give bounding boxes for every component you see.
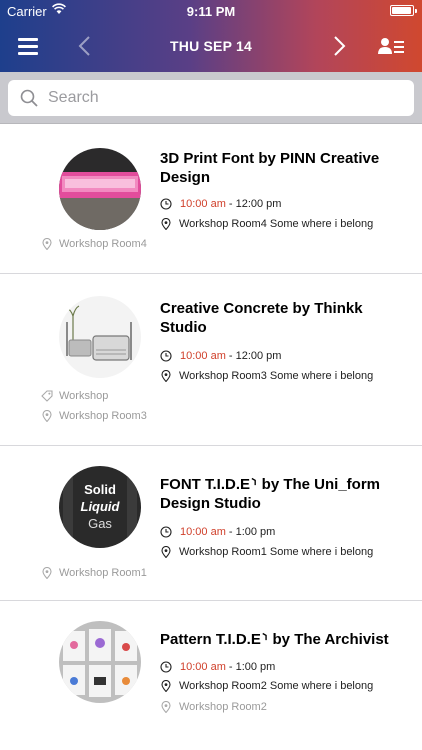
event-category-tag: Workshop bbox=[41, 390, 108, 402]
event-time: 10:00 am - 12:00 pm bbox=[160, 198, 281, 210]
event-end-time: - 12:00 pm bbox=[228, 350, 282, 362]
location-pin-icon bbox=[161, 701, 171, 713]
event-item[interactable]: Creative Concrete by Thinkk Studio 10:00… bbox=[0, 274, 422, 446]
location-pin-icon bbox=[161, 218, 171, 230]
battery-icon bbox=[390, 5, 417, 16]
event-start-time: 10:00 am bbox=[180, 350, 226, 362]
event-location: Workshop Room2 Some where i belong bbox=[160, 680, 373, 692]
event-title: FONT T.I.D.E⸃ by The Uni_form Design Stu… bbox=[160, 476, 381, 512]
event-item[interactable]: Solid Liquid Gas FONT T.I.D.E⸃ by The Un… bbox=[0, 446, 422, 601]
user-list-icon bbox=[378, 38, 404, 54]
location-pin-icon bbox=[161, 546, 171, 558]
profile-list-button[interactable] bbox=[378, 36, 404, 56]
clock-icon bbox=[160, 198, 172, 210]
clock-icon bbox=[160, 526, 172, 538]
event-end-time: - 12:00 pm bbox=[228, 198, 282, 210]
location-pin-icon bbox=[161, 370, 171, 382]
event-title: Creative Concrete by Thinkk Studio bbox=[160, 300, 363, 336]
event-room-tag: Workshop Room3 bbox=[41, 410, 147, 422]
search-input[interactable] bbox=[48, 80, 398, 116]
chevron-right-icon bbox=[334, 36, 346, 56]
search-icon bbox=[20, 89, 38, 107]
search-box[interactable] bbox=[8, 80, 414, 116]
event-location: Workshop Room4 Some where i belong bbox=[160, 218, 373, 230]
event-end-time: - 1:00 pm bbox=[228, 661, 276, 673]
search-bar bbox=[0, 72, 422, 124]
location-pin-icon bbox=[42, 410, 52, 422]
thumb-word: Liquid bbox=[81, 499, 121, 514]
event-room-tag: Workshop Room1 bbox=[41, 567, 147, 579]
event-room-tag: Workshop Room4 bbox=[41, 238, 147, 250]
current-date: THU SEP 14 bbox=[170, 38, 252, 54]
status-bar: Carrier 9:11 PM bbox=[0, 0, 422, 22]
event-start-time: 10:00 am bbox=[180, 526, 226, 538]
event-thumbnail: Solid Liquid Gas bbox=[59, 466, 141, 548]
location-pin-icon bbox=[42, 238, 52, 250]
event-end-time: - 1:00 pm bbox=[228, 526, 276, 538]
app-header: Carrier 9:11 PM THU SEP 14 bbox=[0, 0, 422, 72]
thumb-word: Solid bbox=[84, 482, 116, 497]
event-list: 3D Print Font by PINN Creative Design 10… bbox=[0, 124, 422, 750]
event-time: 10:00 am - 12:00 pm bbox=[160, 350, 281, 362]
status-time: 9:11 PM bbox=[186, 4, 236, 19]
event-thumbnail bbox=[59, 621, 141, 703]
event-room-tag: Workshop Room2 bbox=[160, 701, 267, 713]
event-item[interactable]: Pattern T.I.D.E⸃ by The Archivist 10:00 … bbox=[0, 601, 422, 750]
event-time: 10:00 am - 1:00 pm bbox=[160, 526, 275, 538]
event-location: Workshop Room1 Some where i belong bbox=[160, 546, 373, 558]
clock-icon bbox=[160, 350, 172, 362]
nav-bar: THU SEP 14 bbox=[0, 22, 422, 72]
location-pin-icon bbox=[42, 567, 52, 579]
event-thumbnail bbox=[59, 296, 141, 378]
event-title: 3D Print Font by PINN Creative Design bbox=[160, 150, 380, 186]
clock-icon bbox=[160, 661, 172, 673]
location-pin-icon bbox=[161, 680, 171, 692]
event-thumbnail bbox=[59, 148, 141, 230]
thumb-word: Gas bbox=[88, 516, 112, 531]
event-start-time: 10:00 am bbox=[180, 198, 226, 210]
event-time: 10:00 am - 1:00 pm bbox=[160, 661, 275, 673]
next-day-button[interactable] bbox=[328, 34, 350, 58]
event-item[interactable]: 3D Print Font by PINN Creative Design 10… bbox=[0, 124, 422, 274]
event-start-time: 10:00 am bbox=[180, 661, 226, 673]
event-location: Workshop Room3 Some where i belong bbox=[160, 370, 373, 382]
tag-icon bbox=[41, 390, 53, 402]
event-title: Pattern T.I.D.E⸃ by The Archivist bbox=[160, 631, 389, 648]
